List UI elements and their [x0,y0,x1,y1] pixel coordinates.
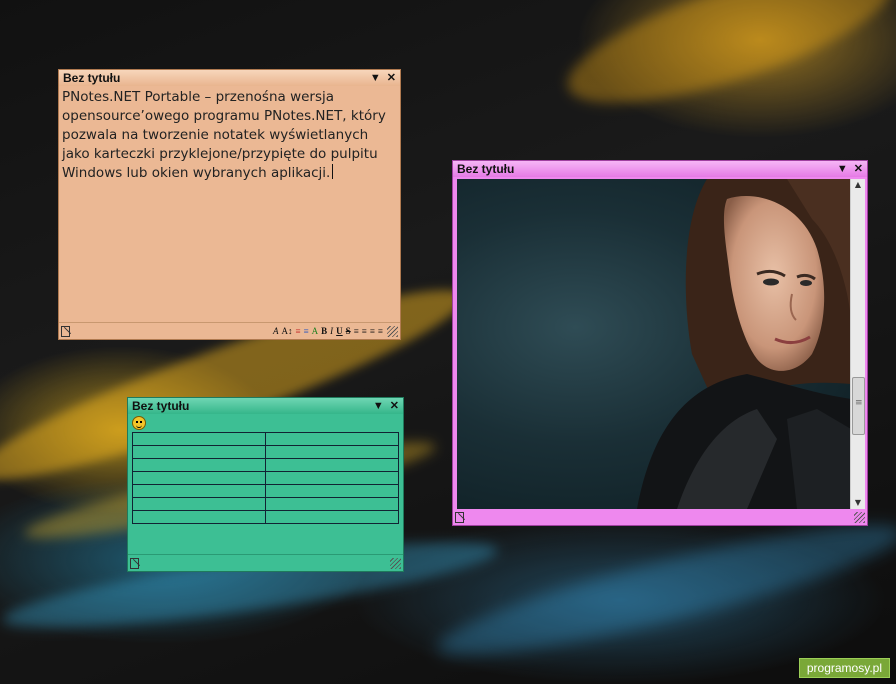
note-text-content: PNotes.NET Portable – przenośna wersja o… [62,89,386,181]
smiley-icon [132,416,146,430]
underline-button[interactable]: U [336,326,343,336]
align-right-button[interactable]: ≡ [370,326,375,336]
table-cell[interactable] [132,458,266,472]
table-row [132,497,399,511]
table-cell[interactable] [265,484,399,498]
dropdown-arrow-icon[interactable]: ▼ [370,72,381,84]
wallpaper-streak [429,502,896,678]
note-titlebar[interactable]: Bez tytułu ▼ ✕ [453,161,867,177]
note-body[interactable]: PNotes.NET Portable – przenośna wersja o… [59,86,400,183]
close-icon[interactable]: ✕ [390,400,399,412]
close-icon[interactable]: ✕ [854,163,863,175]
pin-icon[interactable] [130,557,139,569]
table-row [132,458,399,472]
bold-button[interactable]: B [321,326,327,336]
watermark: programosy.pl [798,658,890,678]
table-cell[interactable] [265,471,399,485]
note-title: Bez tytułu [132,399,190,413]
align-left-button[interactable]: ≡ [354,326,359,336]
note-footer [453,509,867,525]
table-cell[interactable] [265,445,399,459]
scroll-down-arrow-icon[interactable]: ▼ [851,497,865,509]
table-cell[interactable] [132,432,266,446]
sticky-note-orange[interactable]: Bez tytułu ▼ ✕ PNotes.NET Portable – prz… [58,69,401,340]
vertical-scrollbar[interactable]: ▲ ▼ [850,179,865,509]
strikethrough-button[interactable]: S [346,326,351,336]
sticky-note-green[interactable]: Bez tytułu ▼ ✕ [127,397,404,572]
portrait-illustration [637,179,851,509]
table-cell[interactable] [265,458,399,472]
table-cell[interactable] [265,497,399,511]
pin-icon[interactable] [455,511,464,523]
portrait-photo [457,179,851,509]
resize-grip-icon[interactable] [387,325,398,337]
table-row [132,510,399,524]
table-cell[interactable] [132,484,266,498]
table-row [132,432,399,446]
note-image-area[interactable]: ▲ ▼ [457,179,865,509]
note-table[interactable] [132,432,399,524]
align-center-button[interactable]: ≡ [362,326,367,336]
table-row [132,484,399,498]
font-button[interactable]: A [273,326,279,336]
resize-grip-icon[interactable] [854,511,865,523]
wallpaper-streak [554,0,896,131]
italic-button[interactable]: I [330,326,333,336]
scrollbar-thumb[interactable] [852,377,865,435]
format-toolbar: A A↕ ≡ ≡ A B I U S ≡ ≡ ≡ ≡ [273,326,383,336]
table-cell[interactable] [132,471,266,485]
note-title: Bez tytułu [457,162,515,176]
highlight-button[interactable]: ≡ [304,326,309,336]
note-title: Bez tytułu [63,71,121,85]
close-icon[interactable]: ✕ [387,72,396,84]
note-titlebar[interactable]: Bez tytułu ▼ ✕ [59,70,400,86]
note-footer [128,554,403,571]
dropdown-arrow-icon[interactable]: ▼ [373,400,384,412]
note-footer: A A↕ ≡ ≡ A B I U S ≡ ≡ ≡ ≡ [59,322,400,339]
text-caret [332,164,334,179]
table-cell[interactable] [265,432,399,446]
table-cell[interactable] [265,510,399,524]
dropdown-arrow-icon[interactable]: ▼ [837,163,848,175]
scroll-up-arrow-icon[interactable]: ▲ [851,179,865,191]
resize-grip-icon[interactable] [390,557,401,569]
table-row [132,471,399,485]
text-fill-button[interactable]: A [312,326,319,336]
table-cell[interactable] [132,445,266,459]
font-size-button[interactable]: A↕ [282,326,293,336]
table-cell[interactable] [132,510,266,524]
bullets-button[interactable]: ≡ [378,326,383,336]
sticky-note-pink[interactable]: Bez tytułu ▼ ✕ ▲ ≡ ▼ [452,160,868,526]
font-color-button[interactable]: ≡ [296,326,301,336]
pin-icon[interactable] [61,325,70,337]
table-cell[interactable] [132,497,266,511]
table-row [132,445,399,459]
note-titlebar[interactable]: Bez tytułu ▼ ✕ [128,398,403,414]
